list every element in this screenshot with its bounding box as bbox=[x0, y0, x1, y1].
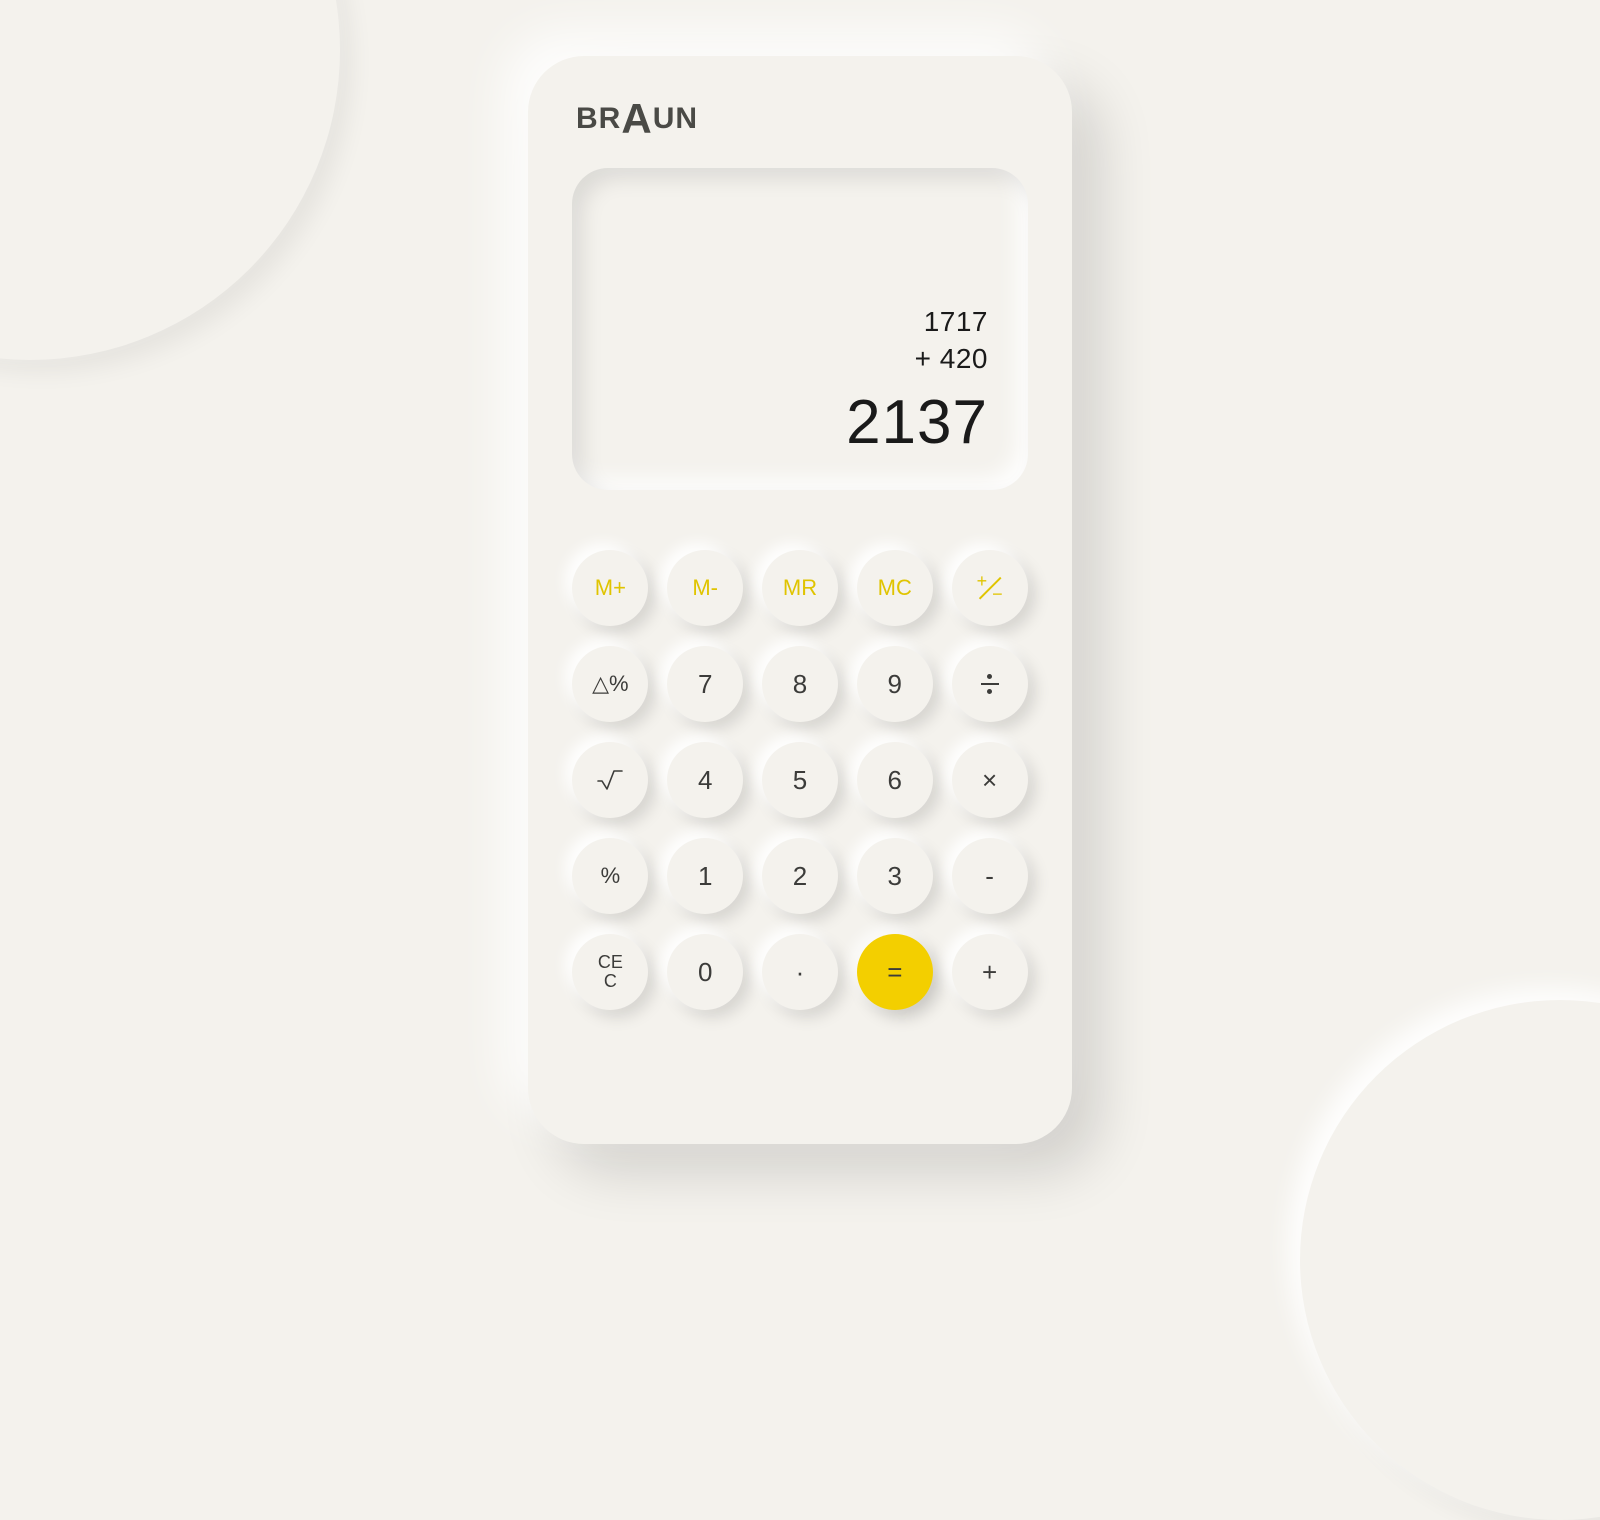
ce-label: CE bbox=[598, 953, 623, 972]
subtract-button[interactable]: - bbox=[952, 838, 1028, 914]
digit-5-button[interactable]: 5 bbox=[762, 742, 838, 818]
display-line-2: + 420 bbox=[915, 341, 988, 377]
digit-8-button[interactable]: 8 bbox=[762, 646, 838, 722]
calculator-device: BRAUN 1717 + 420 2137 M+ M- MR MC +− △% … bbox=[528, 56, 1072, 1144]
plus-minus-icon: +− bbox=[975, 573, 1005, 603]
equals-button[interactable]: = bbox=[857, 934, 933, 1010]
delta-percent-button[interactable]: △% bbox=[572, 646, 648, 722]
brand-part-mid: A bbox=[621, 104, 652, 134]
memory-clear-button[interactable]: MC bbox=[857, 550, 933, 626]
memory-plus-button[interactable]: M+ bbox=[572, 550, 648, 626]
digit-1-button[interactable]: 1 bbox=[667, 838, 743, 914]
c-label: C bbox=[604, 972, 617, 991]
display-result: 2137 bbox=[846, 387, 988, 458]
decimal-button[interactable]: · bbox=[762, 934, 838, 1010]
digit-6-button[interactable]: 6 bbox=[857, 742, 933, 818]
sqrt-button[interactable] bbox=[572, 742, 648, 818]
calculator-display: 1717 + 420 2137 bbox=[572, 168, 1028, 490]
digit-7-button[interactable]: 7 bbox=[667, 646, 743, 722]
memory-recall-button[interactable]: MR bbox=[762, 550, 838, 626]
clear-button[interactable]: CE C bbox=[572, 934, 648, 1010]
add-button[interactable]: + bbox=[952, 934, 1028, 1010]
bg-circle-top-left bbox=[0, 0, 340, 360]
divide-icon bbox=[981, 674, 999, 694]
brand-part-right: UN bbox=[653, 104, 698, 134]
keypad: M+ M- MR MC +− △% 7 8 9 4 5 6 × % bbox=[572, 550, 1028, 1010]
brand-part-left: BR bbox=[576, 104, 621, 134]
divide-button[interactable] bbox=[952, 646, 1028, 722]
sign-toggle-button[interactable]: +− bbox=[952, 550, 1028, 626]
sqrt-icon bbox=[597, 769, 623, 791]
brand-logo: BRAUN bbox=[576, 104, 1028, 134]
multiply-button[interactable]: × bbox=[952, 742, 1028, 818]
memory-minus-button[interactable]: M- bbox=[667, 550, 743, 626]
digit-2-button[interactable]: 2 bbox=[762, 838, 838, 914]
digit-4-button[interactable]: 4 bbox=[667, 742, 743, 818]
bg-circle-bottom-right bbox=[1300, 1000, 1600, 1520]
digit-9-button[interactable]: 9 bbox=[857, 646, 933, 722]
percent-button[interactable]: % bbox=[572, 838, 648, 914]
digit-0-button[interactable]: 0 bbox=[667, 934, 743, 1010]
digit-3-button[interactable]: 3 bbox=[857, 838, 933, 914]
display-line-1: 1717 bbox=[924, 304, 988, 340]
